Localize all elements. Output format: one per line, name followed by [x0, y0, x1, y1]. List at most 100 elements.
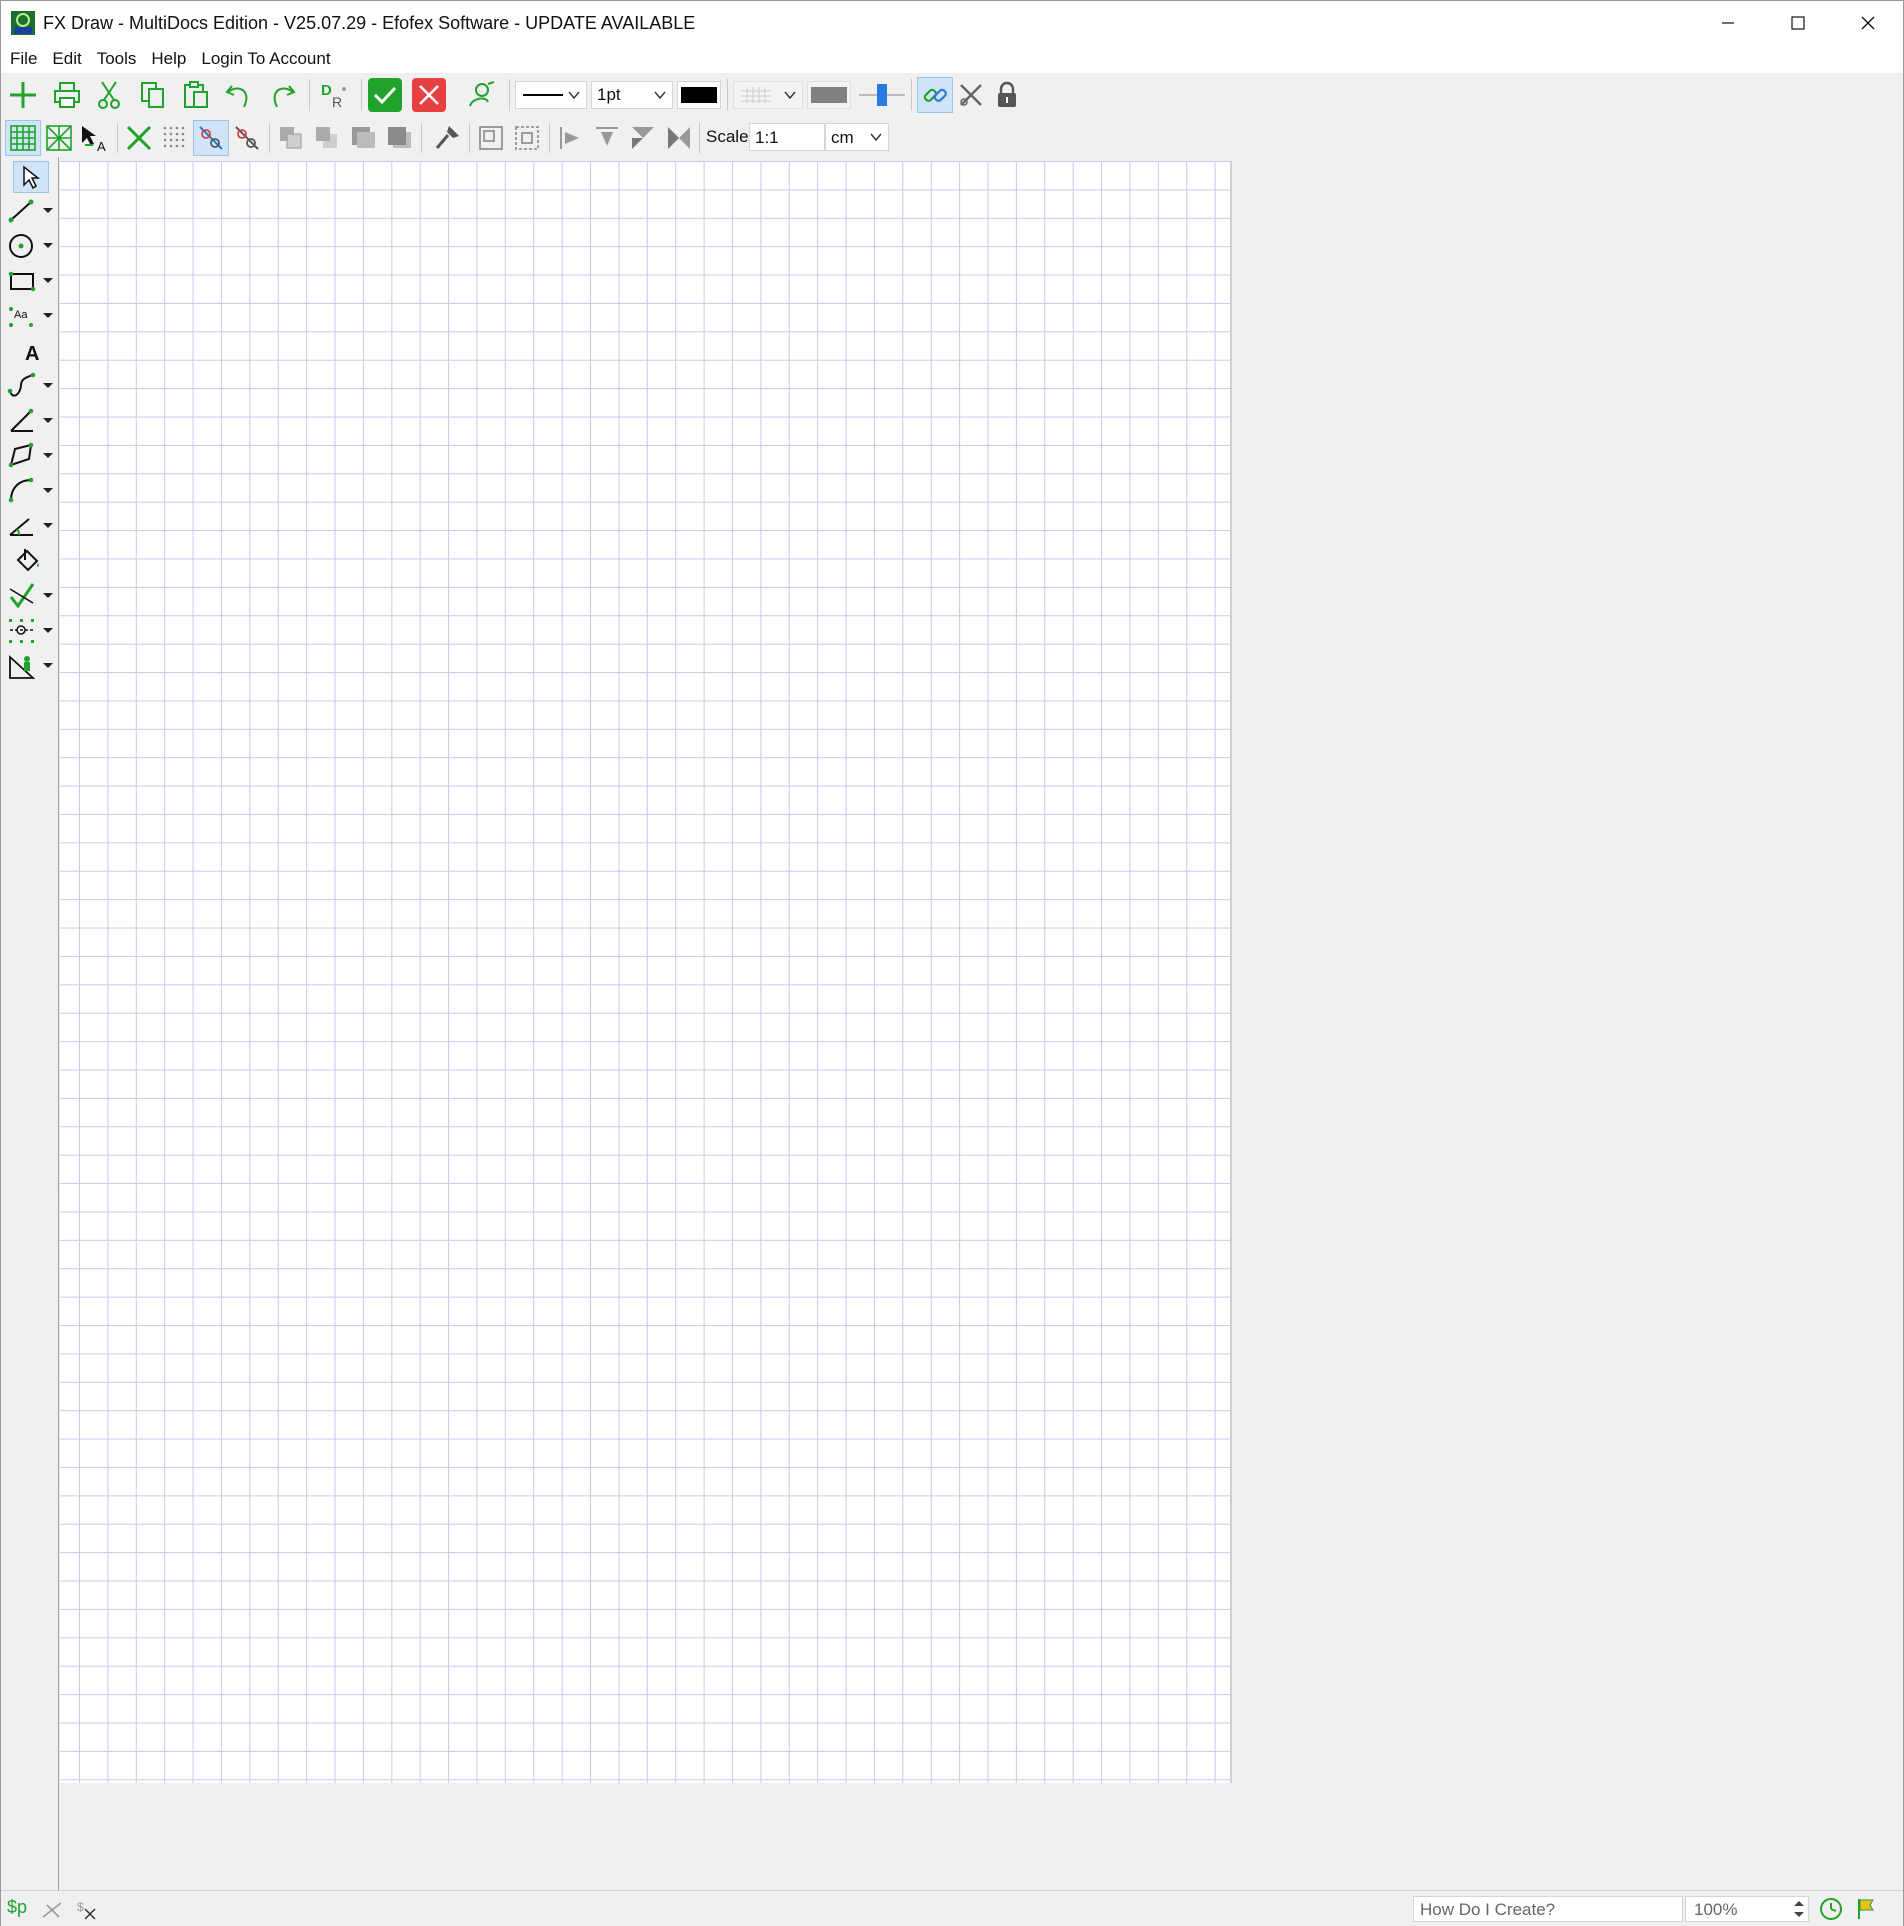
- status-tool-icon-2[interactable]: $: [75, 1899, 99, 1926]
- flag-button[interactable]: [1853, 1895, 1881, 1923]
- dimension-tool[interactable]: [7, 615, 55, 647]
- send-to-back-button[interactable]: [309, 120, 345, 156]
- fill-color-button[interactable]: [807, 81, 851, 109]
- angle-line-tool[interactable]: [7, 405, 55, 437]
- scissors-icon: [98, 81, 120, 109]
- send-backward-button[interactable]: [381, 120, 417, 156]
- pointer-arrow-icon: [23, 165, 41, 189]
- paste-button[interactable]: [178, 77, 214, 113]
- ungroup-button[interactable]: [509, 120, 545, 156]
- snap-line-button[interactable]: [193, 120, 229, 156]
- snap-infinite-button[interactable]: [229, 120, 265, 156]
- line-width-select[interactable]: 1pt: [591, 81, 673, 109]
- group-button[interactable]: [473, 120, 509, 156]
- user-button[interactable]: [463, 77, 499, 113]
- drawing-page-grid[interactable]: [60, 161, 1232, 1783]
- menu-edit[interactable]: Edit: [52, 49, 81, 69]
- menu-help[interactable]: Help: [151, 49, 186, 69]
- fill-tool[interactable]: [13, 545, 61, 577]
- link-button[interactable]: [917, 77, 953, 113]
- maximize-icon: [1791, 16, 1805, 30]
- bring-front-icon: [280, 127, 302, 149]
- printer-icon: [54, 82, 80, 108]
- delete-x-icon: [126, 125, 152, 151]
- svg-text:A: A: [97, 139, 106, 153]
- unlink-button[interactable]: [953, 77, 989, 113]
- toolbar-separator: [727, 79, 728, 111]
- maximize-button[interactable]: [1763, 1, 1833, 45]
- align-left-icon: [560, 127, 579, 149]
- dropdown-arrow-icon: [43, 593, 53, 598]
- dollar-p-toggle[interactable]: $p: [7, 1897, 27, 1918]
- draw-region-button[interactable]: DR: [315, 77, 351, 113]
- angle-icon: [9, 518, 33, 536]
- format-painter-button[interactable]: [429, 120, 465, 156]
- text-tool[interactable]: A: [15, 335, 63, 367]
- toolbar-separator: [509, 79, 510, 111]
- copy-button[interactable]: [135, 77, 171, 113]
- figure-tool[interactable]: [7, 650, 55, 682]
- line-style-select[interactable]: [515, 81, 587, 109]
- dropdown-arrow-icon: [43, 418, 53, 423]
- menu-tools[interactable]: Tools: [97, 49, 137, 69]
- print-button[interactable]: [49, 77, 85, 113]
- dropdown-arrow-icon: [43, 523, 53, 528]
- select-tool[interactable]: [13, 161, 49, 193]
- grid-button[interactable]: [5, 120, 41, 156]
- curve-tool[interactable]: [7, 370, 55, 402]
- label-points-icon: Aa: [9, 307, 33, 327]
- bring-forward-button[interactable]: [345, 120, 381, 156]
- dot-grid-button[interactable]: [157, 120, 193, 156]
- how-do-i-create-input[interactable]: How Do I Create?: [1413, 1896, 1683, 1922]
- bring-forward-icon: [352, 127, 375, 148]
- label-points-tool[interactable]: Aa: [7, 300, 55, 332]
- menu-file[interactable]: File: [10, 49, 37, 69]
- history-button[interactable]: [1817, 1895, 1845, 1923]
- flag-icon: [1858, 1899, 1874, 1919]
- circle-tool[interactable]: [7, 230, 55, 262]
- snap-line-icon: [199, 126, 223, 150]
- spinner-arrows-icon[interactable]: [1792, 1898, 1806, 1920]
- bring-to-front-button[interactable]: [273, 120, 309, 156]
- line-icon: [8, 199, 34, 223]
- dropdown-arrow-icon: [43, 243, 53, 248]
- scale-input[interactable]: 1:1: [749, 123, 825, 151]
- snap-text-button[interactable]: A: [77, 120, 113, 156]
- cancel-button[interactable]: [411, 77, 447, 113]
- line-width-value: 1pt: [597, 85, 621, 104]
- flip-horizontal-button[interactable]: [625, 120, 661, 156]
- new-button[interactable]: [5, 77, 41, 113]
- vector-tool[interactable]: [7, 580, 55, 612]
- accept-button[interactable]: [367, 77, 403, 113]
- menu-login[interactable]: Login To Account: [201, 49, 330, 69]
- curve-icon: [7, 372, 36, 397]
- flip-vertical-button[interactable]: [661, 120, 697, 156]
- undo-button[interactable]: [221, 77, 257, 113]
- drawing-area[interactable]: [60, 157, 1903, 1890]
- line-color-button[interactable]: [677, 81, 721, 109]
- delete-button[interactable]: [121, 120, 157, 156]
- units-select[interactable]: cm: [825, 123, 889, 151]
- status-tool-icon-1[interactable]: [41, 1899, 65, 1926]
- rectangle-tool[interactable]: [7, 265, 55, 297]
- arc-tool[interactable]: [7, 475, 55, 507]
- transparency-slider[interactable]: [857, 77, 907, 113]
- cut-button[interactable]: [91, 77, 127, 113]
- line-tool[interactable]: [7, 195, 55, 227]
- align-left-button[interactable]: [553, 120, 589, 156]
- close-button[interactable]: [1833, 1, 1903, 45]
- polygon-tool[interactable]: [7, 440, 55, 472]
- angle-tool[interactable]: [7, 510, 55, 542]
- scale-label: Scale: [706, 127, 749, 146]
- iso-grid-button[interactable]: [41, 120, 77, 156]
- align-top-button[interactable]: [589, 120, 625, 156]
- lock-button[interactable]: [989, 77, 1025, 113]
- fill-pattern-select[interactable]: [733, 81, 803, 109]
- ungroup-icon: [515, 126, 539, 150]
- toolbar-separator: [269, 123, 270, 153]
- redo-button[interactable]: [264, 77, 300, 113]
- vector-check-icon: [9, 583, 35, 609]
- zoom-field[interactable]: 100%: [1685, 1896, 1809, 1922]
- minimize-button[interactable]: [1693, 1, 1763, 45]
- menu-bar: File Edit Tools Help Login To Account: [1, 45, 1903, 73]
